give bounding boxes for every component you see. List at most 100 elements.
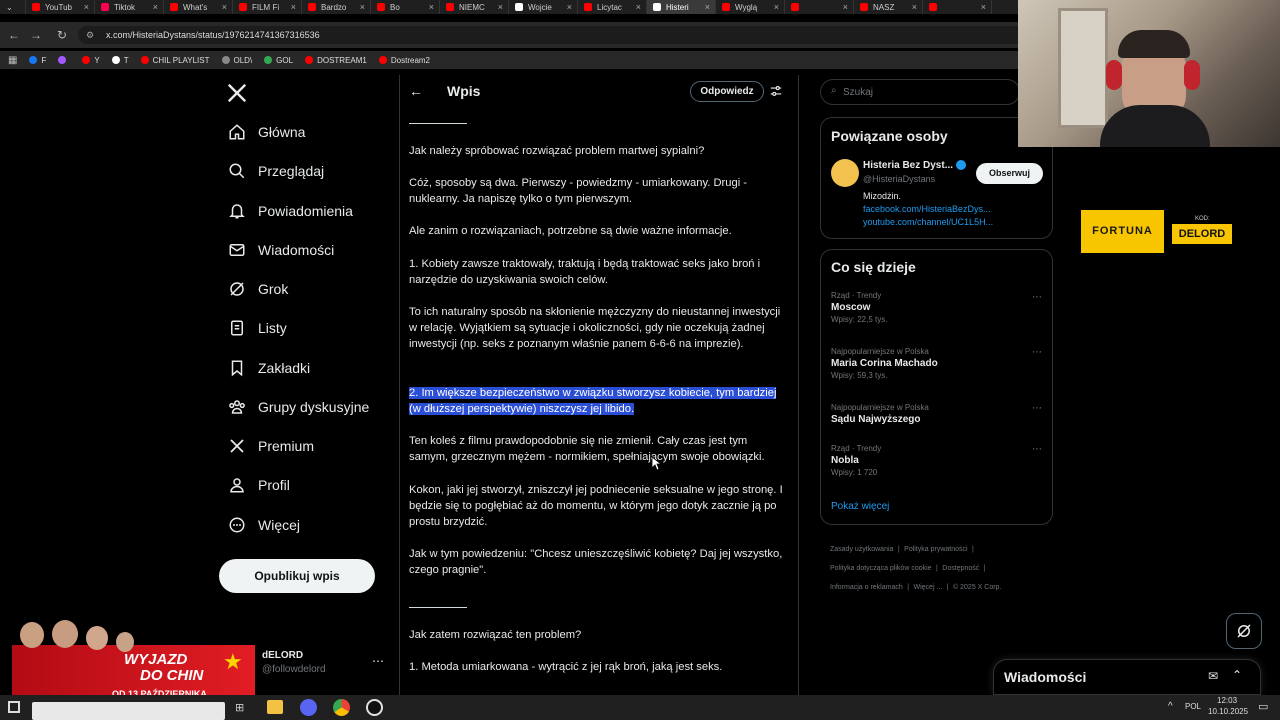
- nav-item-lists[interactable]: Listy: [228, 316, 287, 340]
- reload-icon[interactable]: ↻: [54, 27, 70, 43]
- browser-tab[interactable]: Licytac ×: [578, 0, 647, 14]
- close-tab-icon[interactable]: ×: [567, 2, 572, 12]
- footer-link[interactable]: Dostępność: [942, 565, 979, 572]
- bookmark-item[interactable]: F: [29, 56, 46, 65]
- close-tab-icon[interactable]: ×: [222, 2, 227, 12]
- trend-item[interactable]: Rząd · Trendy Nobla Wpisy: 1 720: [831, 444, 1041, 477]
- clock-time[interactable]: 12:03: [1217, 696, 1237, 705]
- footer-link[interactable]: Polityka dotycząca plików cookie: [830, 565, 932, 572]
- messages-drawer[interactable]: Wiadomości ✉ ⌃: [993, 659, 1261, 695]
- back-icon[interactable]: ←: [6, 27, 22, 43]
- filter-icon[interactable]: [769, 84, 783, 101]
- trend-item[interactable]: Najpopularniejsze w Polska Sądu Najwyższ…: [831, 403, 1041, 425]
- browser-tab[interactable]: Histeri ×: [647, 0, 716, 14]
- close-tab-icon[interactable]: ×: [153, 2, 158, 12]
- browser-tab[interactable]: ×: [785, 0, 854, 14]
- browser-tab[interactable]: NIEMC ×: [440, 0, 509, 14]
- close-tab-icon[interactable]: ×: [291, 2, 296, 12]
- nav-item-home[interactable]: Główna: [228, 120, 305, 144]
- tab-list-button[interactable]: ⌄: [0, 0, 26, 14]
- show-more-link[interactable]: Pokaż więcej: [831, 501, 889, 512]
- trend-item[interactable]: Najpopularniejsze w Polska Maria Corina …: [831, 347, 1041, 380]
- more-icon[interactable]: ⋯: [1032, 444, 1042, 455]
- follow-button[interactable]: Obserwuj: [976, 163, 1043, 184]
- start-icon[interactable]: [8, 701, 20, 713]
- bookmark-item[interactable]: [58, 56, 70, 64]
- avatar[interactable]: [831, 159, 859, 187]
- nav-item-profile[interactable]: Profil: [228, 473, 290, 497]
- expand-icon[interactable]: ⌃: [1232, 668, 1242, 682]
- divider-rule: [409, 123, 467, 124]
- bookmark-item[interactable]: T: [111, 56, 129, 65]
- close-tab-icon[interactable]: ×: [498, 2, 503, 12]
- folder-icon[interactable]: [267, 700, 283, 714]
- browser-tab[interactable]: Tiktok ×: [95, 0, 164, 14]
- close-tab-icon[interactable]: ×: [774, 2, 779, 12]
- nav-item-notifications[interactable]: Powiadomienia: [228, 199, 353, 223]
- close-tab-icon[interactable]: ×: [843, 2, 848, 12]
- footer-link[interactable]: Informacja o reklamach: [830, 584, 903, 591]
- more-icon[interactable]: ⋯: [1032, 292, 1042, 303]
- browser-tab[interactable]: What's ×: [164, 0, 233, 14]
- bookmark-item[interactable]: CHIL PLAYLIST: [140, 56, 210, 65]
- nav-item-grok[interactable]: Grok: [228, 277, 288, 301]
- new-message-icon[interactable]: ✉: [1208, 669, 1218, 683]
- bookmark-item[interactable]: Y: [82, 56, 100, 65]
- search-input[interactable]: ⌕ Szukaj: [820, 79, 1020, 105]
- more-icon[interactable]: ⋯: [1032, 403, 1042, 414]
- bookmark-item[interactable]: Dostream2: [378, 56, 430, 65]
- discord-icon[interactable]: [300, 699, 317, 716]
- x-logo-icon[interactable]: [226, 82, 248, 109]
- nav-item-messages[interactable]: Wiadomości: [228, 238, 334, 262]
- taskbar-search-input[interactable]: [32, 702, 225, 720]
- nav-item-premium[interactable]: Premium: [228, 434, 314, 458]
- footer-link[interactable]: Zasady użytkowania: [830, 546, 893, 553]
- obs-icon[interactable]: [366, 699, 383, 716]
- apps-icon[interactable]: ▦: [8, 55, 17, 66]
- back-arrow-icon[interactable]: ←: [409, 83, 423, 99]
- nav-item-explore[interactable]: Przeglądaj: [228, 159, 324, 183]
- nav-item-more[interactable]: Więcej: [228, 513, 300, 537]
- close-tab-icon[interactable]: ×: [705, 2, 710, 12]
- forward-icon[interactable]: →: [28, 27, 44, 43]
- language-indicator[interactable]: POL: [1185, 702, 1201, 711]
- browser-tab[interactable]: Bo ×: [371, 0, 440, 14]
- person-link[interactable]: youtube.com/channel/UC1L5H...: [863, 217, 993, 227]
- chrome-icon[interactable]: [333, 699, 350, 716]
- close-tab-icon[interactable]: ×: [360, 2, 365, 12]
- nav-item-bookmarks[interactable]: Zakładki: [228, 356, 310, 380]
- footer-link[interactable]: Więcej ...: [914, 584, 943, 591]
- browser-tab[interactable]: ×: [923, 0, 992, 14]
- account-menu-icon[interactable]: ⋯: [372, 654, 384, 668]
- browser-tab[interactable]: YouTub ×: [26, 0, 95, 14]
- trend-item[interactable]: Rząd · Trendy Moscow Wpisy: 22,5 tys.: [831, 291, 1041, 324]
- footer-link[interactable]: Polityka prywatności: [904, 546, 967, 553]
- chevron-up-icon[interactable]: ^: [1168, 701, 1173, 712]
- grok-float-button[interactable]: [1226, 613, 1262, 649]
- reply-button[interactable]: Odpowiedz: [690, 81, 764, 102]
- close-tab-icon[interactable]: ×: [84, 2, 89, 12]
- post-button[interactable]: Opublikuj wpis: [219, 559, 375, 593]
- task-view-icon[interactable]: ⊞: [235, 701, 244, 714]
- bookmark-item[interactable]: DOSTREAM1: [305, 56, 367, 65]
- browser-tab[interactable]: Wojcie ×: [509, 0, 578, 14]
- more-icon[interactable]: ⋯: [1032, 347, 1042, 358]
- close-tab-icon[interactable]: ×: [981, 2, 986, 12]
- browser-tab[interactable]: FILM Fi ×: [233, 0, 302, 14]
- notification-icon[interactable]: ▭: [1258, 700, 1268, 713]
- browser-tab[interactable]: Bardzo ×: [302, 0, 371, 14]
- close-tab-icon[interactable]: ×: [912, 2, 917, 12]
- close-tab-icon[interactable]: ×: [636, 2, 641, 12]
- person-link[interactable]: facebook.com/HisteriaBezDys...: [863, 204, 991, 214]
- site-info-icon[interactable]: ⚙: [86, 26, 94, 44]
- bookmark-item[interactable]: GOL: [264, 56, 293, 65]
- clock-date[interactable]: 10.10.2025: [1208, 707, 1248, 716]
- bookmark-item[interactable]: OLD\: [221, 56, 252, 65]
- close-tab-icon[interactable]: ×: [429, 2, 434, 12]
- tab-favicon-icon: [239, 3, 247, 11]
- tab-favicon-icon: [791, 3, 799, 11]
- browser-tab[interactable]: NASZ ×: [854, 0, 923, 14]
- nav-item-communities[interactable]: Grupy dyskusyjne: [228, 395, 369, 419]
- person-name[interactable]: Histeria Bez Dyst...: [863, 160, 953, 171]
- browser-tab[interactable]: Wyglą ×: [716, 0, 785, 14]
